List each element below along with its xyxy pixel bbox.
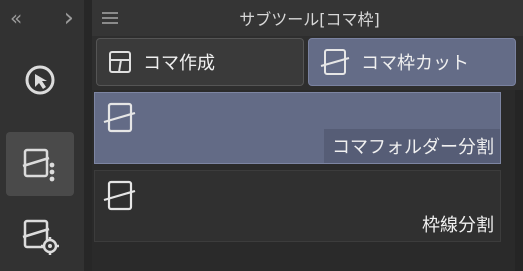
object-select-icon <box>25 65 55 95</box>
panel-title: サブツール[コマ枠] <box>239 10 380 29</box>
subtool-item-label: コマフォルダー分割 <box>324 129 500 163</box>
hamburger-menu-icon[interactable] <box>96 12 124 24</box>
tool-button-panel-create[interactable]: コマ作成 <box>96 38 304 86</box>
chevron-right-icon[interactable]: › <box>64 3 74 33</box>
tool-button-panel-cut[interactable]: コマ枠カット <box>308 38 516 86</box>
tool-button-label: コマ作成 <box>143 53 215 74</box>
subtool-panel-header: サブツール[コマ枠] <box>92 0 523 37</box>
subtool-item-label: 枠線分割 <box>422 215 494 236</box>
tool-group-row: コマ作成 コマ枠カット <box>92 36 523 90</box>
panel-create-icon <box>109 51 131 73</box>
frame-settings-icon <box>22 219 59 255</box>
panel-slash-icon <box>103 180 136 211</box>
rail-top-bar: « › <box>0 0 84 36</box>
panel-slash-icon <box>103 102 136 133</box>
left-rail: « › <box>0 0 84 271</box>
panel-cut-icon <box>320 49 350 75</box>
subtool-list: コマフォルダー分割 枠線分割 <box>92 90 515 271</box>
frame-cut-tool-icon <box>22 148 55 182</box>
rail-divider[interactable] <box>84 0 92 271</box>
rail-button-frame-settings[interactable] <box>6 204 74 268</box>
subtool-item-border-split[interactable]: 枠線分割 <box>94 170 501 242</box>
subtool-item-folder-split[interactable]: コマフォルダー分割 <box>94 92 501 164</box>
rail-button-frame-cut[interactable] <box>6 132 74 196</box>
double-chevron-left-icon[interactable]: « <box>10 6 22 30</box>
rail-button-object[interactable] <box>6 48 74 112</box>
tool-button-label: コマ枠カット <box>361 53 469 74</box>
list-scrollbar[interactable] <box>515 90 523 271</box>
